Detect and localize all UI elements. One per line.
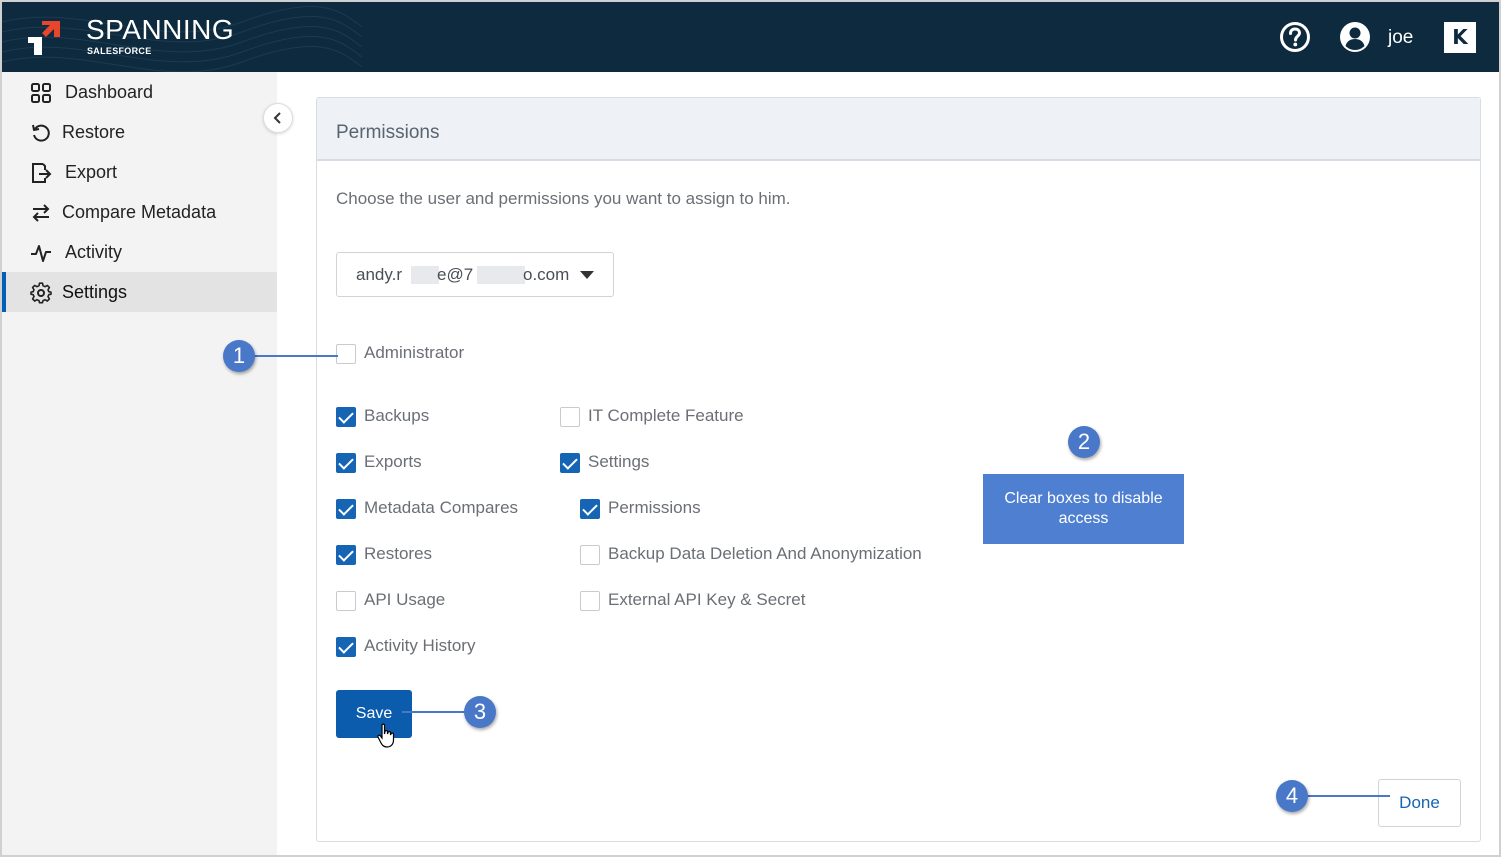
sidebar-item-export[interactable]: Export xyxy=(2,152,277,192)
administrator-label: Administrator xyxy=(364,343,465,362)
external-api-key-checkbox[interactable] xyxy=(580,591,600,611)
restore-icon xyxy=(32,124,50,142)
sidebar-item-label: Compare Metadata xyxy=(62,202,217,222)
settings-label: Settings xyxy=(588,452,650,471)
help-circle-icon[interactable] xyxy=(1279,21,1311,53)
api-usage-label: API Usage xyxy=(364,590,446,609)
permissions-checkbox[interactable] xyxy=(580,499,600,519)
administrator-checkbox[interactable] xyxy=(336,344,356,364)
callout-connector xyxy=(402,711,468,713)
sidebar-item-label: Activity xyxy=(65,242,123,262)
gear-icon xyxy=(30,282,52,304)
metadata-compares-checkbox[interactable] xyxy=(336,499,356,519)
backups-label: Backups xyxy=(364,406,430,425)
user-select-dropdown[interactable]: andy.r e@7 o.com xyxy=(336,252,614,297)
exports-checkbox[interactable] xyxy=(336,453,356,473)
user-select-suffix: o.com xyxy=(523,265,570,284)
panel-title: Permissions xyxy=(336,122,440,143)
restores-label: Restores xyxy=(364,544,433,563)
callout-badge-2: 2 xyxy=(1068,426,1100,458)
it-complete-feature-checkbox[interactable] xyxy=(560,407,580,427)
sidebar-item-dashboard[interactable]: Dashboard xyxy=(2,72,277,112)
chevron-left-icon xyxy=(273,112,281,124)
done-button[interactable]: Done xyxy=(1378,779,1461,827)
partner-logo[interactable]: K xyxy=(1444,22,1476,53)
external-api-key-label: External API Key & Secret xyxy=(608,590,806,609)
save-button[interactable]: Save xyxy=(336,690,412,738)
callout-connector xyxy=(252,355,338,357)
activity-history-checkbox[interactable] xyxy=(336,637,356,657)
api-usage-checkbox[interactable] xyxy=(336,591,356,611)
sidebar-item-restore[interactable]: Restore xyxy=(2,112,277,152)
sidebar-item-settings[interactable]: Settings xyxy=(2,272,277,312)
callout-badge-4: 4 xyxy=(1276,780,1308,812)
activity-history-label: Activity History xyxy=(364,636,476,655)
metadata-compares-label: Metadata Compares xyxy=(364,498,519,517)
redacted-text xyxy=(477,266,525,284)
panel-header: Permissions xyxy=(317,98,1480,161)
callout-badge-3: 3 xyxy=(464,696,496,728)
sidebar-item-label: Restore xyxy=(62,122,126,142)
callout-connector xyxy=(1302,795,1390,797)
sidebar: Dashboard Restore Export Compare Metadat… xyxy=(2,72,277,855)
hand-cursor-icon xyxy=(377,723,395,748)
grid-icon xyxy=(31,83,51,103)
sidebar-item-label: Dashboard xyxy=(65,82,154,102)
activity-pulse-icon xyxy=(31,245,51,262)
sidebar-item-label: Settings xyxy=(62,282,128,302)
sidebar-item-compare-metadata[interactable]: Compare Metadata xyxy=(2,192,277,232)
sidebar-item-activity[interactable]: Activity xyxy=(2,232,277,272)
backup-data-deletion-checkbox[interactable] xyxy=(580,545,600,565)
brand-subtitle: SALESFORCE xyxy=(87,46,152,56)
backups-checkbox[interactable] xyxy=(336,407,356,427)
collapse-sidebar-button[interactable] xyxy=(263,103,293,133)
exports-label: Exports xyxy=(364,452,422,471)
redacted-text xyxy=(411,266,439,284)
caret-down-icon xyxy=(580,271,594,279)
intro-text: Choose the user and permissions you want… xyxy=(336,189,791,208)
user-select-middle: e@7 xyxy=(437,265,474,284)
permissions-label: Permissions xyxy=(608,498,701,517)
brand-name: SPANNING xyxy=(86,14,235,45)
user-select-prefix: andy.r xyxy=(356,265,402,284)
swap-arrows-icon xyxy=(32,204,50,222)
user-name[interactable]: joe xyxy=(1388,27,1413,49)
backup-data-deletion-label: Backup Data Deletion And Anonymization xyxy=(608,544,922,563)
tip-box: Clear boxes to disable access xyxy=(983,474,1184,544)
spanning-logo-icon xyxy=(28,21,60,55)
app-window: SPANNING SALESFORCE joe K Dashboard Rest… xyxy=(0,0,1501,857)
it-complete-feature-label: IT Complete Feature xyxy=(588,406,744,425)
sidebar-item-label: Export xyxy=(65,162,118,182)
export-icon xyxy=(32,163,52,183)
restores-checkbox[interactable] xyxy=(336,545,356,565)
permissions-panel: Permissions Choose the user and permissi… xyxy=(316,97,1481,842)
settings-checkbox[interactable] xyxy=(560,453,580,473)
top-header: SPANNING SALESFORCE joe K xyxy=(2,2,1499,72)
callout-badge-1: 1 xyxy=(223,340,255,372)
user-avatar-icon[interactable] xyxy=(1339,21,1371,53)
